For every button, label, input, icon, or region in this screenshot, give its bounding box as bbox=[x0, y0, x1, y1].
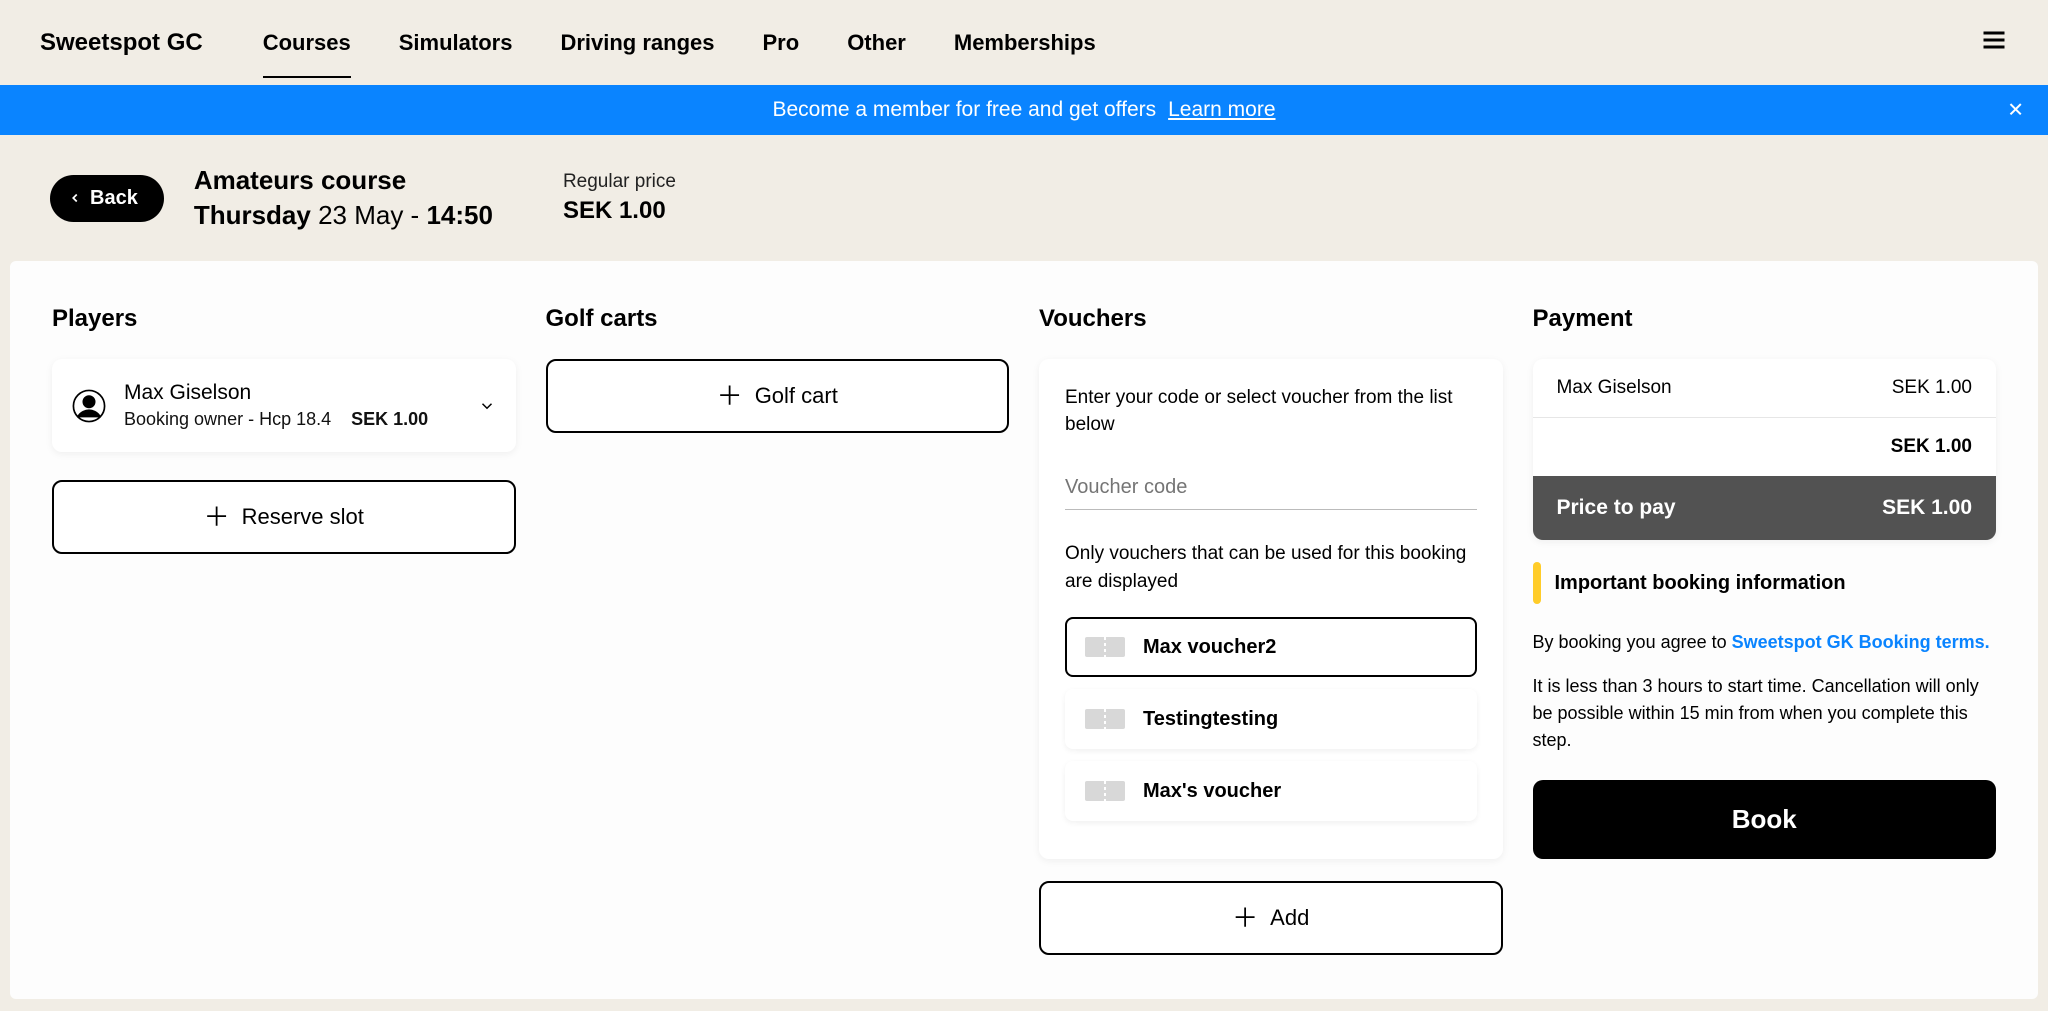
promo-banner: Become a member for free and get offers … bbox=[0, 85, 2048, 135]
plus-icon: ＋ bbox=[1232, 905, 1258, 931]
brand-logo: Sweetspot GC bbox=[40, 29, 203, 57]
cancellation-text: It is less than 3 hours to start time. C… bbox=[1533, 673, 1997, 754]
nav-memberships[interactable]: Memberships bbox=[954, 22, 1096, 64]
reserve-slot-label: Reserve slot bbox=[242, 504, 364, 530]
payment-name: Max Giselson bbox=[1557, 377, 1672, 399]
booking-content: Players Max Giselson Booking owner - Hcp… bbox=[10, 261, 2038, 999]
banner-text: Become a member for free and get offers bbox=[772, 98, 1156, 122]
chevron-down-icon[interactable] bbox=[478, 397, 496, 415]
add-voucher-label: Add bbox=[1270, 905, 1309, 931]
add-voucher-button[interactable]: ＋ Add bbox=[1039, 881, 1503, 955]
player-price: SEK 1.00 bbox=[351, 409, 428, 430]
price-block: Regular price SEK 1.00 bbox=[563, 171, 676, 225]
vouchers-title: Vouchers bbox=[1039, 305, 1503, 333]
nav-driving-ranges[interactable]: Driving ranges bbox=[560, 22, 714, 64]
price-label: Regular price bbox=[563, 171, 676, 193]
plus-icon: ＋ bbox=[717, 383, 743, 409]
payment-section: Payment Max Giselson SEK 1.00 SEK 1.00 P… bbox=[1533, 305, 1997, 859]
voucher-icon bbox=[1085, 779, 1125, 803]
banner-close-icon[interactable]: ✕ bbox=[2007, 98, 2024, 123]
player-info: Max Giselson Booking owner - Hcp 18.4 SE… bbox=[124, 381, 460, 430]
players-section: Players Max Giselson Booking owner - Hcp… bbox=[52, 305, 516, 554]
player-meta: Booking owner - Hcp 18.4 bbox=[124, 409, 331, 430]
payment-subtotal: SEK 1.00 bbox=[1891, 436, 1972, 458]
agree-text: By booking you agree to Sweetspot GK Boo… bbox=[1533, 630, 1997, 655]
price-to-pay-row: Price to pay SEK 1.00 bbox=[1533, 476, 1997, 540]
important-row: Important booking information bbox=[1533, 562, 1997, 604]
booking-header: Back Amateurs course Thursday 23 May - 1… bbox=[0, 135, 2048, 261]
voucher-panel: Enter your code or select voucher from t… bbox=[1039, 359, 1503, 859]
voucher-label: Testingtesting bbox=[1143, 708, 1278, 731]
voucher-item[interactable]: Max voucher2 bbox=[1065, 617, 1477, 677]
payment-amount: SEK 1.00 bbox=[1892, 377, 1972, 399]
vouchers-section: Vouchers Enter your code or select vouch… bbox=[1039, 305, 1503, 955]
voucher-item[interactable]: Testingtesting bbox=[1065, 689, 1477, 749]
payment-subtotal-row: SEK 1.00 bbox=[1533, 418, 1997, 476]
carts-title: Golf carts bbox=[546, 305, 1010, 333]
voucher-item[interactable]: Max's voucher bbox=[1065, 761, 1477, 821]
book-button[interactable]: Book bbox=[1533, 780, 1997, 859]
voucher-label: Max voucher2 bbox=[1143, 636, 1276, 659]
player-name: Max Giselson bbox=[124, 381, 460, 405]
book-label: Book bbox=[1732, 804, 1797, 834]
course-date-rest: 23 May - bbox=[311, 200, 427, 230]
back-button[interactable]: Back bbox=[50, 175, 164, 222]
back-label: Back bbox=[90, 187, 138, 210]
course-time: 14:50 bbox=[426, 200, 493, 230]
payment-title: Payment bbox=[1533, 305, 1997, 333]
agree-prefix: By booking you agree to bbox=[1533, 632, 1732, 652]
nav-simulators[interactable]: Simulators bbox=[399, 22, 513, 64]
golf-carts-section: Golf carts ＋ Golf cart bbox=[546, 305, 1010, 433]
voucher-label: Max's voucher bbox=[1143, 780, 1281, 803]
golf-cart-label: Golf cart bbox=[755, 383, 838, 409]
voucher-icon bbox=[1085, 635, 1125, 659]
voucher-note: Only vouchers that can be used for this … bbox=[1065, 540, 1477, 595]
important-text: Important booking information bbox=[1555, 572, 1846, 595]
hamburger-menu-icon[interactable] bbox=[1980, 26, 2008, 59]
nav-other[interactable]: Other bbox=[847, 22, 906, 64]
nav-courses[interactable]: Courses bbox=[263, 22, 351, 64]
price-to-pay-label: Price to pay bbox=[1557, 496, 1676, 520]
avatar-icon bbox=[72, 389, 106, 423]
price-to-pay-amount: SEK 1.00 bbox=[1882, 496, 1972, 520]
plus-icon: ＋ bbox=[204, 504, 230, 530]
booking-terms-link[interactable]: Sweetspot GK Booking terms. bbox=[1732, 632, 1990, 652]
chevron-left-icon bbox=[68, 191, 82, 205]
course-name: Amateurs course bbox=[194, 165, 493, 196]
price-value: SEK 1.00 bbox=[563, 197, 676, 225]
payment-line-item: Max Giselson SEK 1.00 bbox=[1533, 359, 1997, 418]
voucher-code-input[interactable] bbox=[1065, 466, 1477, 510]
add-golf-cart-button[interactable]: ＋ Golf cart bbox=[546, 359, 1010, 433]
topbar: Sweetspot GC Courses Simulators Driving … bbox=[0, 0, 2048, 85]
course-day: Thursday bbox=[194, 200, 311, 230]
nav-pro[interactable]: Pro bbox=[763, 22, 800, 64]
course-date: Thursday 23 May - 14:50 bbox=[194, 200, 493, 231]
player-card[interactable]: Max Giselson Booking owner - Hcp 18.4 SE… bbox=[52, 359, 516, 452]
voucher-desc: Enter your code or select voucher from t… bbox=[1065, 385, 1477, 438]
reserve-slot-button[interactable]: ＋ Reserve slot bbox=[52, 480, 516, 554]
banner-learn-more-link[interactable]: Learn more bbox=[1168, 98, 1275, 122]
course-info: Amateurs course Thursday 23 May - 14:50 bbox=[194, 165, 493, 231]
voucher-icon bbox=[1085, 707, 1125, 731]
important-bar-icon bbox=[1533, 562, 1541, 604]
players-title: Players bbox=[52, 305, 516, 333]
player-sub: Booking owner - Hcp 18.4 SEK 1.00 bbox=[124, 409, 460, 430]
main-nav: Courses Simulators Driving ranges Pro Ot… bbox=[263, 22, 1096, 64]
payment-card: Max Giselson SEK 1.00 SEK 1.00 Price to … bbox=[1533, 359, 1997, 540]
